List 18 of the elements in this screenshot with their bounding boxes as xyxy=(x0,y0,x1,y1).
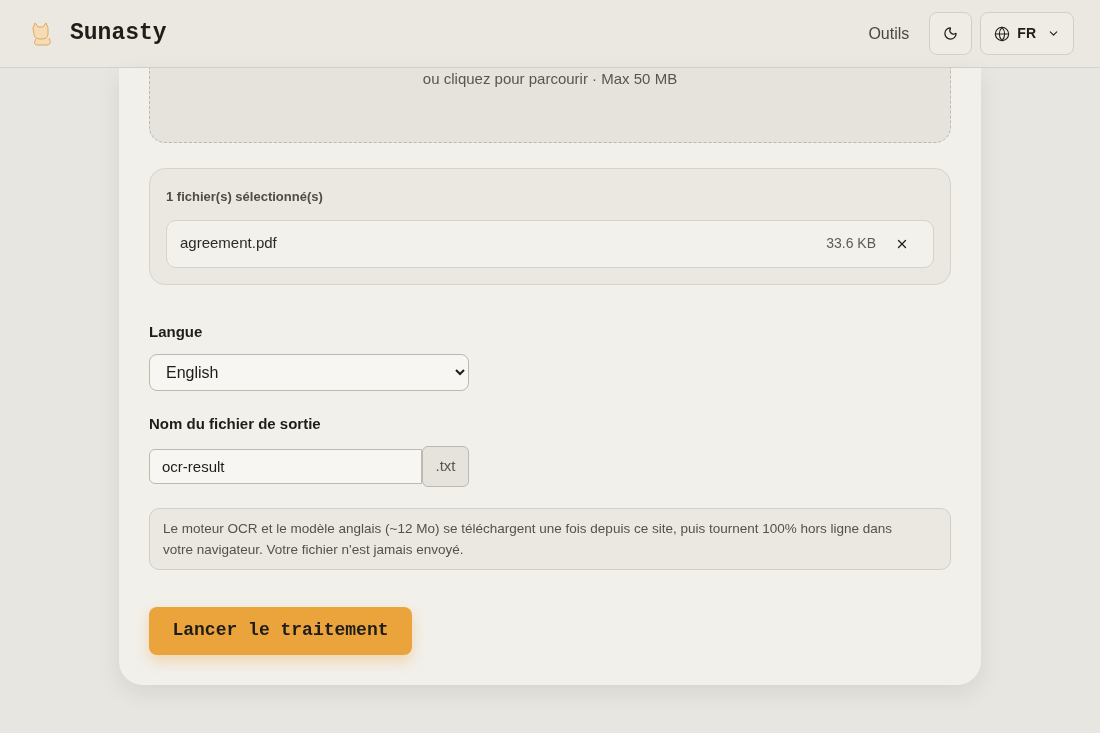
output-name-field[interactable]: ocr-result xyxy=(149,448,422,484)
file-size: 33.6 KB xyxy=(826,234,876,253)
language-button[interactable]: FR xyxy=(980,12,1074,55)
start-processing-button[interactable]: Lancer le traitement xyxy=(149,606,412,655)
dropzone-hint: ou cliquez pour parcourir · Max 50 MB xyxy=(422,69,678,89)
selected-files-heading: 1 fichier(s) sélectionné(s) xyxy=(166,188,324,206)
privacy-notice: Le moteur OCR et le modèle anglais (~12 Mo) se téléchargent une fois depuis ce site, puis tournent 100% hors ligne dans votre navigateur. Votre fichier n'est jamais envoyé. xyxy=(149,507,951,570)
file-name: agreement.pdf xyxy=(180,233,277,254)
site-logo[interactable]: Sunasty xyxy=(70,16,167,51)
language-select[interactable]: English xyxy=(149,354,469,391)
nav-link[interactable]: Outils xyxy=(868,21,910,46)
globe-icon xyxy=(994,25,1011,42)
theme-toggle-button[interactable] xyxy=(929,12,973,55)
file-extension-suffix: .txt xyxy=(422,445,469,487)
language-label: Langue xyxy=(149,321,204,342)
output-name-label: Nom du fichier de sortie xyxy=(149,414,322,434)
moon-icon xyxy=(943,26,959,41)
dropzone[interactable]: ou cliquez pour parcourir · Max 50 MB xyxy=(149,68,951,143)
